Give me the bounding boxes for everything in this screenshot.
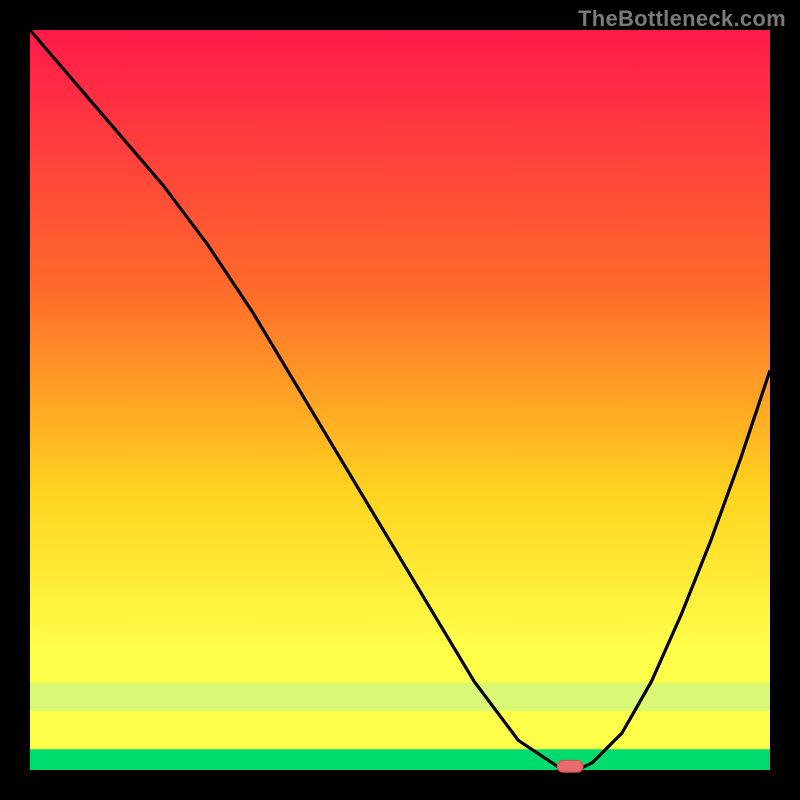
- watermark-text: TheBottleneck.com: [578, 6, 786, 32]
- green-band: [30, 749, 770, 770]
- plot-area: [30, 30, 770, 770]
- bottleneck-chart: [0, 0, 800, 800]
- chart-frame: { "watermark": "TheBottleneck.com", "col…: [0, 0, 800, 800]
- green-band-soft: [30, 683, 770, 711]
- marker-pill: [557, 760, 583, 772]
